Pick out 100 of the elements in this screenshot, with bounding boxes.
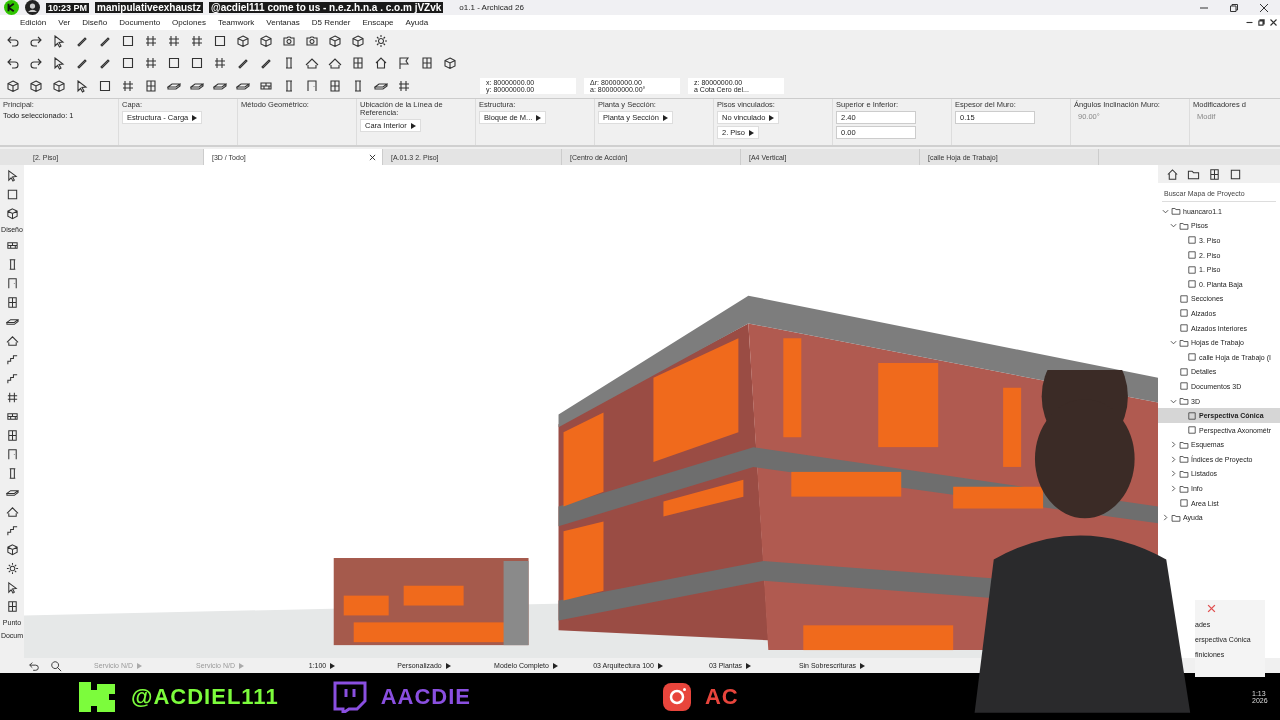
grid-icon[interactable] [397,79,411,93]
cube-icon[interactable] [6,79,20,93]
window-icon[interactable] [5,429,19,442]
square-icon[interactable] [121,56,135,70]
menu-item[interactable]: D5 Render [311,18,351,27]
menu-item[interactable]: Diseño [82,18,108,27]
square-icon[interactable] [98,79,112,93]
wall-icon[interactable] [5,239,19,252]
cube-icon[interactable] [29,79,43,93]
camera-icon [660,680,693,713]
roof-icon[interactable] [5,505,19,518]
chevron-icon[interactable] [1170,397,1177,405]
camera-icon[interactable] [282,34,296,48]
window-icon[interactable] [1208,167,1221,181]
caret-icon [860,663,866,670]
cube-icon[interactable] [351,34,365,48]
redo-icon[interactable] [29,34,43,48]
grid-icon[interactable] [121,79,135,93]
square-icon[interactable] [213,34,227,48]
chevron-icon[interactable] [1170,455,1177,463]
window-icon[interactable] [328,79,342,93]
cube-icon[interactable] [328,34,342,48]
caret-icon [662,115,668,121]
grid-icon[interactable] [190,34,204,48]
grid-icon[interactable] [167,34,181,48]
cursor-icon[interactable] [52,56,66,70]
caret-icon [769,115,775,121]
door-icon[interactable] [5,277,19,290]
channel-handle: AC [704,683,739,710]
cursor-icon[interactable] [5,169,19,182]
window-icon[interactable] [351,56,365,70]
home-icon[interactable] [1166,167,1179,181]
channel-handle: @ACDIEL111 [131,683,279,710]
gear-icon[interactable] [374,34,388,48]
square-icon [1179,293,1189,304]
chevron-icon[interactable] [1170,441,1177,449]
gear-icon[interactable] [5,562,19,575]
stair-icon[interactable] [5,372,19,385]
roof-icon[interactable] [305,56,319,70]
cube-icon[interactable] [5,543,19,556]
flag-icon[interactable] [397,56,411,70]
window-title: o1.1 - Archicad 26 [459,3,524,12]
chevron-icon[interactable] [1170,485,1177,493]
grid-icon[interactable] [144,34,158,48]
grid-icon[interactable] [144,56,158,70]
square-icon[interactable] [1229,167,1242,181]
menu-item[interactable]: Documento [119,18,161,27]
chevron-icon[interactable] [1170,222,1177,230]
menu-item[interactable]: Teamwork [217,18,255,27]
wall-icon[interactable] [259,79,273,93]
door-icon[interactable] [5,448,19,461]
cube-icon[interactable] [236,34,250,48]
undo-icon[interactable] [6,56,20,70]
close-icon[interactable] [369,153,376,161]
window-icon[interactable] [144,79,158,93]
close-icon[interactable] [1258,1,1270,14]
redo-icon[interactable] [29,56,43,70]
window-icon[interactable] [420,56,434,70]
menu-item[interactable]: Opciones [172,18,206,27]
menu-item[interactable]: Ver [58,18,71,27]
square-icon[interactable] [190,56,204,70]
roof-icon[interactable] [328,56,342,70]
square-icon[interactable] [167,56,181,70]
square-icon [1179,323,1189,334]
square-icon[interactable] [5,188,19,201]
cube-icon[interactable] [259,34,273,48]
zoom-icon[interactable] [50,659,62,672]
window-icon[interactable] [5,296,19,309]
door-icon[interactable] [305,79,319,93]
cursor-icon[interactable] [52,34,66,48]
menu-item[interactable]: Enscape [362,18,394,27]
chevron-icon[interactable] [1162,514,1169,522]
undo-icon[interactable] [6,34,20,48]
window-icon[interactable] [5,600,19,613]
menu-item[interactable]: Ayuda [405,18,429,27]
cursor-icon[interactable] [5,581,19,594]
chevron-icon[interactable] [1170,470,1177,478]
restore-icon[interactable] [1257,18,1266,27]
cursor-icon[interactable] [75,79,89,93]
wall-icon[interactable] [5,410,19,423]
chevron-icon[interactable] [1170,339,1177,347]
roof-icon[interactable] [5,334,19,347]
camera-icon[interactable] [305,34,319,48]
grid-icon[interactable] [5,391,19,404]
caret-icon [746,663,752,670]
home-icon[interactable] [374,56,388,70]
chevron-icon[interactable] [1162,207,1169,215]
menu-item[interactable]: Edición [20,18,47,27]
stair-icon[interactable] [5,524,19,537]
restore-icon[interactable] [1228,1,1240,14]
close-icon[interactable] [1269,18,1278,27]
undo-icon[interactable] [28,659,40,672]
menu-item[interactable]: Ventanas [266,18,300,27]
cube-icon[interactable] [52,79,66,93]
cube-icon[interactable] [443,56,457,70]
stair-icon[interactable] [5,353,19,366]
cube-icon[interactable] [5,207,19,220]
grid-icon[interactable] [213,56,227,70]
square-icon [1179,366,1189,377]
square-icon[interactable] [121,34,135,48]
